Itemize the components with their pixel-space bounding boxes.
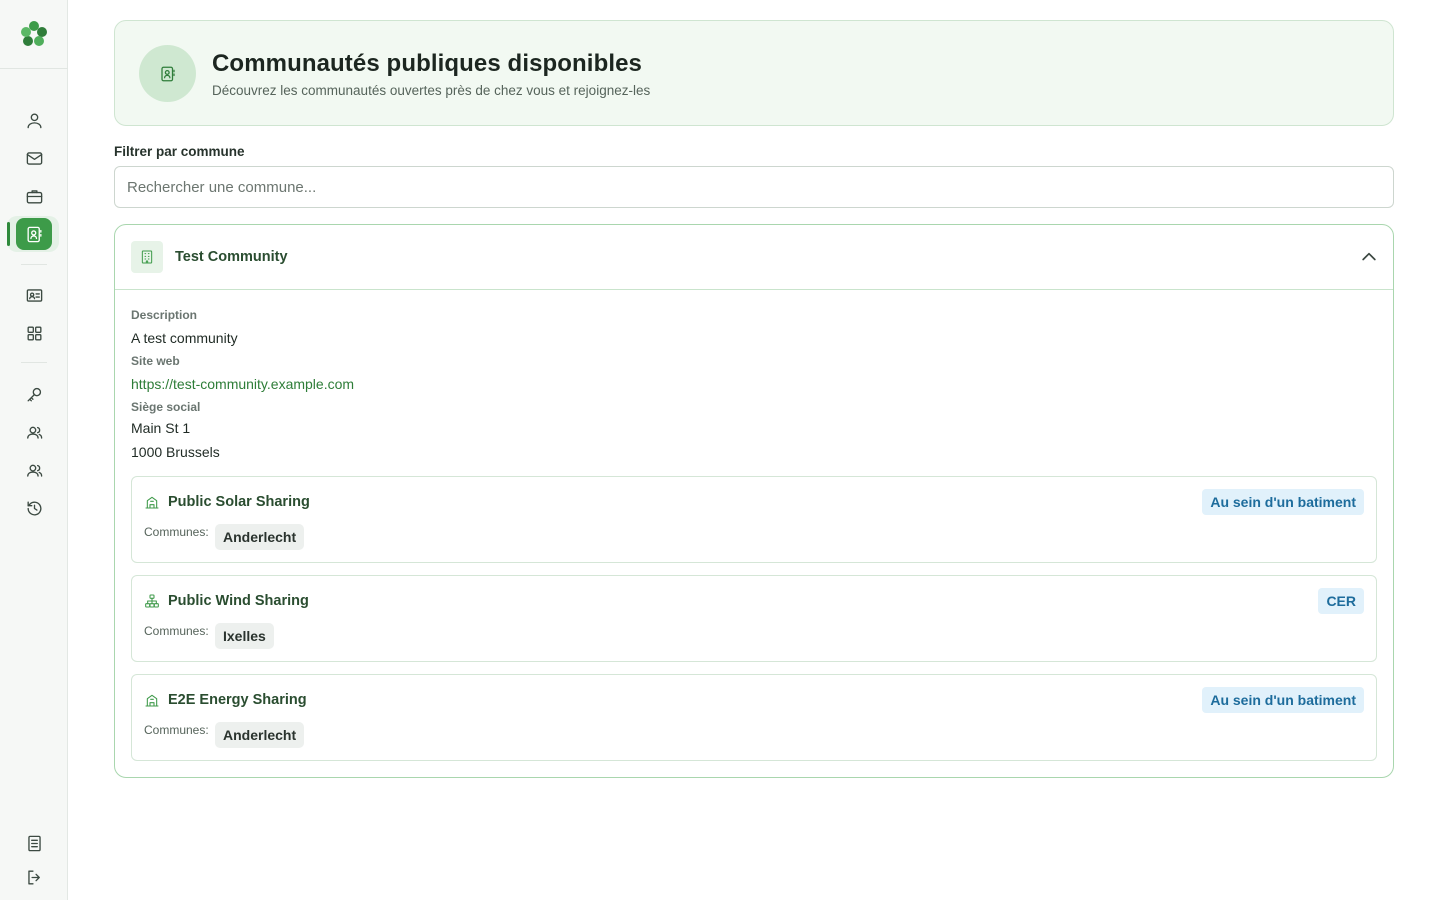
building-icon <box>131 241 163 273</box>
website-label: Site web <box>131 354 180 368</box>
sharing-item[interactable]: E2E Energy Sharing Au sein d'un batiment… <box>131 674 1377 761</box>
page-subtitle: Découvrez les communautés ouvertes près … <box>212 83 651 98</box>
community-name: Test Community <box>175 249 288 265</box>
filter-label: Filtrer par commune <box>114 144 245 159</box>
website-link[interactable]: https://test-community.example.com <box>131 372 1377 396</box>
commune-chip: Anderlecht <box>215 524 305 550</box>
page-header: Communautés publiques disponibles Découv… <box>114 20 1394 126</box>
nav-portfolio[interactable] <box>16 179 52 213</box>
app-logo[interactable] <box>19 19 49 49</box>
nav-members[interactable] <box>16 415 52 449</box>
sharing-item[interactable]: Public Wind Sharing CER Communes: Ixelle… <box>131 575 1377 662</box>
address-line-2: 1000 Brussels <box>131 444 220 460</box>
briefcase-icon <box>26 189 42 204</box>
sidebar <box>0 0 68 900</box>
nav-keys[interactable] <box>16 377 52 411</box>
user-icon <box>26 112 42 128</box>
page-title: Communautés publiques disponibles <box>212 50 643 77</box>
nav-active-indicator <box>7 222 10 246</box>
users-icon <box>26 464 42 477</box>
address-line-1: Main St 1 <box>131 420 191 436</box>
building-icon <box>144 494 160 510</box>
id-card-icon <box>26 288 42 302</box>
nav-profile[interactable] <box>16 103 52 137</box>
sidebar-divider <box>0 68 68 69</box>
community-card-header[interactable]: Test Community <box>115 225 1393 290</box>
collapse-chevron-up-icon[interactable] <box>1359 247 1379 267</box>
nav-members-2[interactable] <box>16 453 52 487</box>
nav-logout[interactable] <box>16 860 52 894</box>
sharing-type-badge: CER <box>1318 588 1364 614</box>
community-details: Description A test community Site web ht… <box>115 290 1393 777</box>
description-value: A test community <box>131 330 238 346</box>
sharing-item[interactable]: Public Solar Sharing Au sein d'un batime… <box>131 476 1377 563</box>
sharing-type-badge: Au sein d'un batiment <box>1202 687 1364 713</box>
users-icon <box>26 426 42 439</box>
main-content: Communautés publiques disponibles Découv… <box>114 20 1394 778</box>
building-icon <box>144 692 160 708</box>
commune-chip: Ixelles <box>215 623 274 649</box>
nav-messages[interactable] <box>16 141 52 175</box>
communes-label: Communes: <box>144 723 209 737</box>
commune-chip: Anderlecht <box>215 722 305 748</box>
sharing-name: Public Wind Sharing <box>168 593 309 609</box>
communes-label: Communes: <box>144 624 209 638</box>
grid-icon <box>26 325 42 341</box>
nav-dashboard[interactable] <box>16 316 52 350</box>
network-icon <box>144 593 160 609</box>
community-card: Test Community Description A test commun… <box>114 224 1394 778</box>
sidebar-divider <box>21 362 47 363</box>
nav-history[interactable] <box>16 491 52 525</box>
document-icon <box>27 835 41 851</box>
history-icon <box>26 500 41 516</box>
sharing-name: Public Solar Sharing <box>168 494 310 510</box>
address-label: Siège social <box>131 400 201 414</box>
sharing-name: E2E Energy Sharing <box>168 692 307 708</box>
sharing-type-badge: Au sein d'un batiment <box>1202 489 1364 515</box>
nav-communities[interactable] <box>16 218 52 250</box>
mail-icon <box>26 151 42 165</box>
sidebar-divider <box>21 264 47 265</box>
key-icon <box>26 387 41 402</box>
nav-id-card[interactable] <box>16 278 52 312</box>
contact-book-icon <box>139 45 196 102</box>
communes-label: Communes: <box>144 525 209 539</box>
nav-documents[interactable] <box>16 826 52 860</box>
description-label: Description <box>131 308 198 322</box>
logout-icon <box>27 869 40 885</box>
commune-search-input[interactable] <box>114 166 1394 208</box>
contact-book-icon <box>26 226 42 242</box>
